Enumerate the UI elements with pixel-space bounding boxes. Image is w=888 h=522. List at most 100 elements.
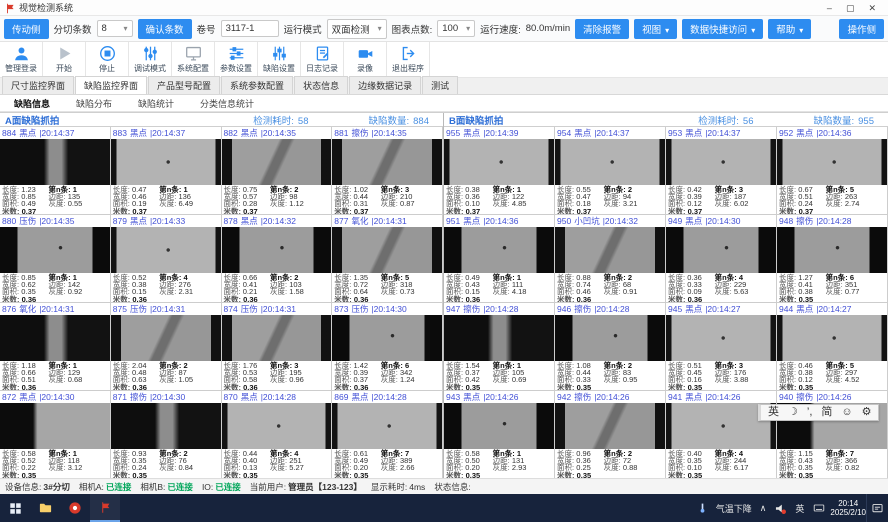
defect-image[interactable] [777,227,887,273]
taskbar-folder-button[interactable] [30,494,60,522]
defect-image[interactable] [111,139,221,185]
action-params-sliders-button[interactable]: 参数设置 [215,42,258,77]
main-tab-1[interactable]: 缺陷监控界面 [75,76,147,94]
ime-toolbar[interactable]: 英☽’,简☺⚙ [758,404,879,421]
defect-image[interactable] [0,403,110,449]
data-quick-access-menu-button[interactable]: 数据快捷访问 [682,19,763,39]
moon-icon[interactable]: ☽ [788,405,798,420]
defect-card[interactable]: 880压伤|20:14:35 长度: 0.85 宽度: 0.62 面积: 0.3… [0,215,111,303]
notification-center-button[interactable] [866,494,888,522]
defect-card[interactable]: 877氧化|20:14:31 长度: 1.35 宽度: 0.72 面积: 0.6… [332,215,443,303]
run-mode-select[interactable]: 双面检测 [327,19,387,39]
action-debug-sliders-button[interactable]: 调试模式 [129,42,172,77]
maximize-icon[interactable]: ▢ [846,1,855,15]
sub-tab-0[interactable]: 缺陷信息 [14,97,50,110]
action-camera-button[interactable]: 录像 [344,42,387,77]
defect-image[interactable] [666,139,776,185]
defect-image[interactable] [444,403,554,449]
action-user-button[interactable]: 管理登录 [0,42,43,77]
main-tab-6[interactable]: 测试 [422,76,458,94]
drive-side-button[interactable]: 传动侧 [4,19,49,39]
tray-text[interactable]: 气温下降 [716,502,752,515]
defect-image[interactable] [555,227,665,273]
sub-tab-1[interactable]: 缺陷分布 [76,97,112,110]
defect-image[interactable] [222,227,332,273]
close-icon[interactable]: ✕ [868,1,876,15]
defect-card[interactable]: 953黑点|20:14:37 长度: 0.42 宽度: 0.39 面积: 0.1… [666,127,777,215]
smiley-icon[interactable]: ☺ [841,405,852,420]
defect-image[interactable] [444,139,554,185]
main-tab-2[interactable]: 产品型号配置 [148,76,220,94]
defect-image[interactable] [666,315,776,361]
defect-image[interactable] [0,227,110,273]
action-defect-sliders-button[interactable]: 缺陷设置 [258,42,301,77]
help-menu-button[interactable]: 帮助 [768,19,811,39]
defect-image[interactable] [111,403,221,449]
defect-card[interactable]: 884黑点|20:14:37 长度: 1.23 宽度: 0.85 面积: 0.4… [0,127,111,215]
defect-image[interactable] [222,139,332,185]
operate-side-button[interactable]: 操作侧 [839,19,884,39]
defect-card[interactable]: 952黑点|20:14:36 长度: 0.67 宽度: 0.51 面积: 0.2… [777,127,888,215]
ime-lang-english[interactable]: 英 [768,405,779,420]
main-tab-5[interactable]: 边缘数据记录 [349,76,421,94]
confirm-count-button[interactable]: 确认条数 [138,19,192,39]
action-stop-button[interactable]: 停止 [86,42,129,77]
defect-card[interactable]: 869黑点|20:14:28 长度: 0.61 宽度: 0.49 面积: 0.2… [332,391,443,479]
clear-alarm-button[interactable]: 清除报警 [575,19,629,39]
defect-card[interactable]: 881擦伤|20:14:35 长度: 1.02 宽度: 0.44 面积: 0.3… [332,127,443,215]
defect-card[interactable]: 950小凹坑|20:14:32 长度: 0.88 宽度: 0.74 面积: 0.… [555,215,666,303]
taskbar-red-app-button[interactable] [60,494,90,522]
defect-image[interactable] [444,315,554,361]
action-log-button[interactable]: 日志记录 [301,42,344,77]
taskbar-start-button[interactable] [0,494,30,522]
thermometer-icon[interactable] [697,501,708,515]
defect-card[interactable]: 883黑点|20:14:37 长度: 0.47 宽度: 0.46 面积: 0.1… [111,127,222,215]
defect-card[interactable]: 944黑点|20:14:27 长度: 0.46 宽度: 0.38 面积: 0.1… [777,303,888,391]
defect-card[interactable]: 882黑点|20:14:35 长度: 0.75 宽度: 0.57 面积: 0.2… [222,127,333,215]
action-play-button[interactable]: 开始 [43,42,86,77]
roll-number-input[interactable] [221,20,279,37]
gear-icon[interactable]: ⚙ [862,405,872,420]
defect-image[interactable] [332,139,442,185]
defect-image[interactable] [332,403,442,449]
defect-image[interactable] [0,139,110,185]
keyboard-icon[interactable] [812,502,826,514]
defect-image[interactable] [777,139,887,185]
defect-image[interactable] [0,315,110,361]
defect-card[interactable]: 943黑点|20:14:26 长度: 0.58 宽度: 0.50 面积: 0.2… [444,391,555,479]
defect-card[interactable]: 875压伤|20:14:31 长度: 2.04 宽度: 0.48 面积: 0.6… [111,303,222,391]
defect-card[interactable]: 873压伤|20:14:30 长度: 1.42 宽度: 0.39 面积: 0.3… [332,303,443,391]
defect-card[interactable]: 951黑点|20:14:36 长度: 0.49 宽度: 0.43 面积: 0.1… [444,215,555,303]
sub-tab-3[interactable]: 分类信息统计 [200,97,254,110]
taskbar-clock[interactable]: 20:14 2025/2/10 [830,499,866,517]
defect-card[interactable]: 947擦伤|20:14:28 长度: 1.54 宽度: 0.37 面积: 0.4… [444,303,555,391]
ime-simplified-chinese[interactable]: 简 [821,405,832,420]
defect-card[interactable]: 942擦伤|20:14:26 长度: 0.96 宽度: 0.36 面积: 0.2… [555,391,666,479]
main-tab-0[interactable]: 尺寸监控界面 [2,76,74,94]
defect-card[interactable]: 871擦伤|20:14:30 长度: 0.93 宽度: 0.35 面积: 0.2… [111,391,222,479]
defect-card[interactable]: 876氧化|20:14:31 长度: 1.18 宽度: 0.66 面积: 0.5… [0,303,111,391]
defect-image[interactable] [222,315,332,361]
main-tab-3[interactable]: 系统参数配置 [221,76,293,94]
defect-image[interactable] [332,315,442,361]
defect-card[interactable]: 870黑点|20:14:28 长度: 0.44 宽度: 0.40 面积: 0.1… [222,391,333,479]
defect-card[interactable]: 954黑点|20:14:37 长度: 0.55 宽度: 0.47 面积: 0.1… [555,127,666,215]
taskbar-flag-app-button[interactable] [90,494,120,522]
chevron-up-icon[interactable]: ∧ [760,503,767,514]
defect-image[interactable] [555,315,665,361]
sub-tab-2[interactable]: 缺陷统计 [138,97,174,110]
volume-icon[interactable] [774,502,787,515]
action-monitor-button[interactable]: 系统配置 [172,42,215,77]
tray-text[interactable]: 英 [795,502,804,515]
defect-image[interactable] [444,227,554,273]
defect-card[interactable]: 879黑点|20:14:33 长度: 0.52 宽度: 0.38 面积: 0.1… [111,215,222,303]
defect-card[interactable]: 948擦伤|20:14:28 长度: 1.27 宽度: 0.41 面积: 0.3… [777,215,888,303]
defect-image[interactable] [555,403,665,449]
defect-card[interactable]: 949黑点|20:14:30 长度: 0.36 宽度: 0.33 面积: 0.0… [666,215,777,303]
minimize-icon[interactable]: – [827,1,832,15]
chart-points-select[interactable]: 100 [437,20,475,37]
defect-image[interactable] [777,315,887,361]
defect-image[interactable] [666,227,776,273]
defect-image[interactable] [332,227,442,273]
view-menu-button[interactable]: 视图 [634,19,677,39]
